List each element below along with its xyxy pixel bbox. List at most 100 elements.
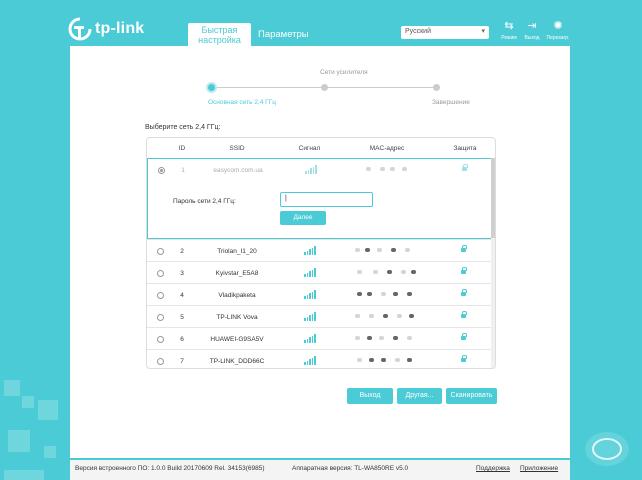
decor-square [44, 446, 56, 458]
row-id: 2 [180, 248, 184, 255]
row-id: 4 [180, 292, 184, 299]
table-row[interactable]: 7 TP-LINK_DDD66C [147, 349, 495, 368]
mac-address-blurred [353, 356, 423, 364]
network-table: ID SSID Сигнал MAC-адрес Защита 1 easyco… [146, 137, 496, 369]
step-line [212, 87, 324, 88]
table-row[interactable]: 6 HUAWEI-G9SA5V [147, 327, 495, 349]
table-row[interactable]: 3 Kyivstar_E5A8 [147, 261, 495, 283]
mac-address-blurred [353, 312, 423, 320]
watermark-logo [585, 432, 629, 466]
row-id: 3 [180, 270, 184, 277]
lock-icon [461, 311, 467, 319]
row-id: 1 [181, 167, 185, 174]
decor-square [38, 400, 58, 420]
lock-icon [461, 333, 467, 341]
lock-icon [461, 289, 467, 297]
password-input[interactable]: | [280, 192, 373, 207]
row-ssid: Kyivstar_E5A8 [215, 270, 259, 277]
table-caption: Выберите сеть 2,4 ГГц: [145, 124, 221, 131]
step-line [324, 87, 436, 88]
row-ssid: Vladikpaketa [218, 292, 256, 299]
step-label-3: Завершение [432, 99, 470, 106]
signal-icon [305, 165, 317, 174]
mac-address-blurred [353, 268, 423, 276]
table-row[interactable]: 4 Vladikpaketa [147, 283, 495, 305]
lock-icon [461, 355, 467, 363]
header-id: ID [178, 145, 186, 152]
app-link[interactable]: Приложение [520, 465, 558, 472]
header-mac: MAC-адрес [369, 145, 405, 152]
chevron-down-icon: ▾ [481, 28, 485, 35]
lock-icon [461, 245, 467, 253]
decor-square [22, 396, 34, 408]
network-radio[interactable] [157, 292, 164, 299]
row-ssid: TP-LINK Vova [216, 314, 258, 321]
step-dot-1 [208, 84, 215, 91]
password-label: Пароль сети 2,4 ГГц: [173, 198, 236, 205]
header-security: Защита [453, 145, 477, 152]
tp-link-logo: tp-link [68, 17, 144, 41]
signal-icon [304, 356, 316, 365]
network-radio[interactable] [157, 358, 164, 365]
main-panel: Сети усилителя Основная сеть 2,4 ГГц Зав… [70, 46, 570, 458]
step-dot-2 [321, 84, 328, 91]
signal-icon [304, 268, 316, 277]
other-network-button[interactable]: Другая... [397, 388, 442, 404]
row-ssid: TP-LINK_DDD66C [209, 358, 265, 365]
step-dot-3 [433, 84, 440, 91]
scrollbar-thumb[interactable] [491, 158, 495, 238]
signal-icon [304, 246, 316, 255]
footer: Версия встроенного ПО: 1.0.0 Build 20170… [70, 460, 570, 480]
support-link[interactable]: Поддержка [476, 465, 510, 472]
step-label-1: Основная сеть 2,4 ГГц [208, 99, 276, 106]
tab-label-line1: Быстрая [201, 25, 238, 35]
lock-icon [462, 164, 468, 172]
steps-top-label: Сети усилителя [320, 69, 368, 76]
exit-button[interactable]: Выход [347, 388, 393, 404]
logout-label: Выход [524, 35, 540, 41]
next-button[interactable]: Далее [280, 211, 326, 225]
tab-settings[interactable]: Параметры [258, 29, 309, 40]
signal-icon [304, 312, 316, 321]
language-selected: Русский [405, 28, 431, 35]
mac-address-blurred [353, 246, 423, 254]
decor-square [4, 470, 44, 480]
decor-square [4, 380, 20, 396]
logout-icon: ⇥ [527, 20, 537, 32]
network-radio-selected[interactable] [158, 167, 165, 174]
mac-address-blurred [353, 290, 423, 298]
network-radio[interactable] [157, 314, 164, 321]
logout-button[interactable]: ⇥ Выход [518, 20, 546, 41]
network-radio[interactable] [157, 248, 164, 255]
logo-text: tp-link [95, 20, 145, 37]
language-select[interactable]: Русский ▾ [401, 26, 489, 39]
scan-button[interactable]: Сканировать [446, 388, 497, 404]
row-id: 6 [180, 336, 184, 343]
decor-square [8, 430, 30, 452]
header-ssid: SSID [229, 145, 245, 152]
table-scrollbar[interactable] [491, 158, 495, 368]
reboot-label: Перезагр. [546, 35, 570, 41]
table-row[interactable]: 2 Triolan_I1_20 [147, 239, 495, 261]
mac-address-blurred [353, 334, 423, 342]
row-ssid: easycom.com.ua [213, 167, 263, 174]
firmware-version: Версия встроенного ПО: 1.0.0 Build 20170… [75, 465, 265, 472]
tab-quick-setup[interactable]: Быстрая настройка [188, 23, 251, 47]
tp-link-logo-icon [68, 17, 92, 41]
selected-network-row[interactable]: 1 easycom.com.ua Пароль сети 2,4 ГГц: | … [147, 158, 495, 239]
network-radio[interactable] [157, 270, 164, 277]
reboot-icon: ✺ [553, 20, 563, 32]
network-radio[interactable] [157, 336, 164, 343]
table-header: ID SSID Сигнал MAC-адрес Защита [147, 138, 495, 158]
lock-icon [461, 267, 467, 275]
table-row[interactable]: 5 TP-LINK Vova [147, 305, 495, 327]
tab-label-line2: настройка [198, 35, 241, 45]
row-ssid: HUAWEI-G9SA5V [210, 336, 264, 343]
row-id: 5 [180, 314, 184, 321]
mac-address-blurred [360, 165, 420, 173]
reboot-button[interactable]: ✺ Перезагр. [544, 20, 572, 41]
signal-icon [304, 334, 316, 343]
signal-icon [304, 290, 316, 299]
hardware-version: Аппаратная версия: TL-WA850RE v5.0 [292, 465, 409, 472]
header-signal: Сигнал [298, 145, 321, 152]
